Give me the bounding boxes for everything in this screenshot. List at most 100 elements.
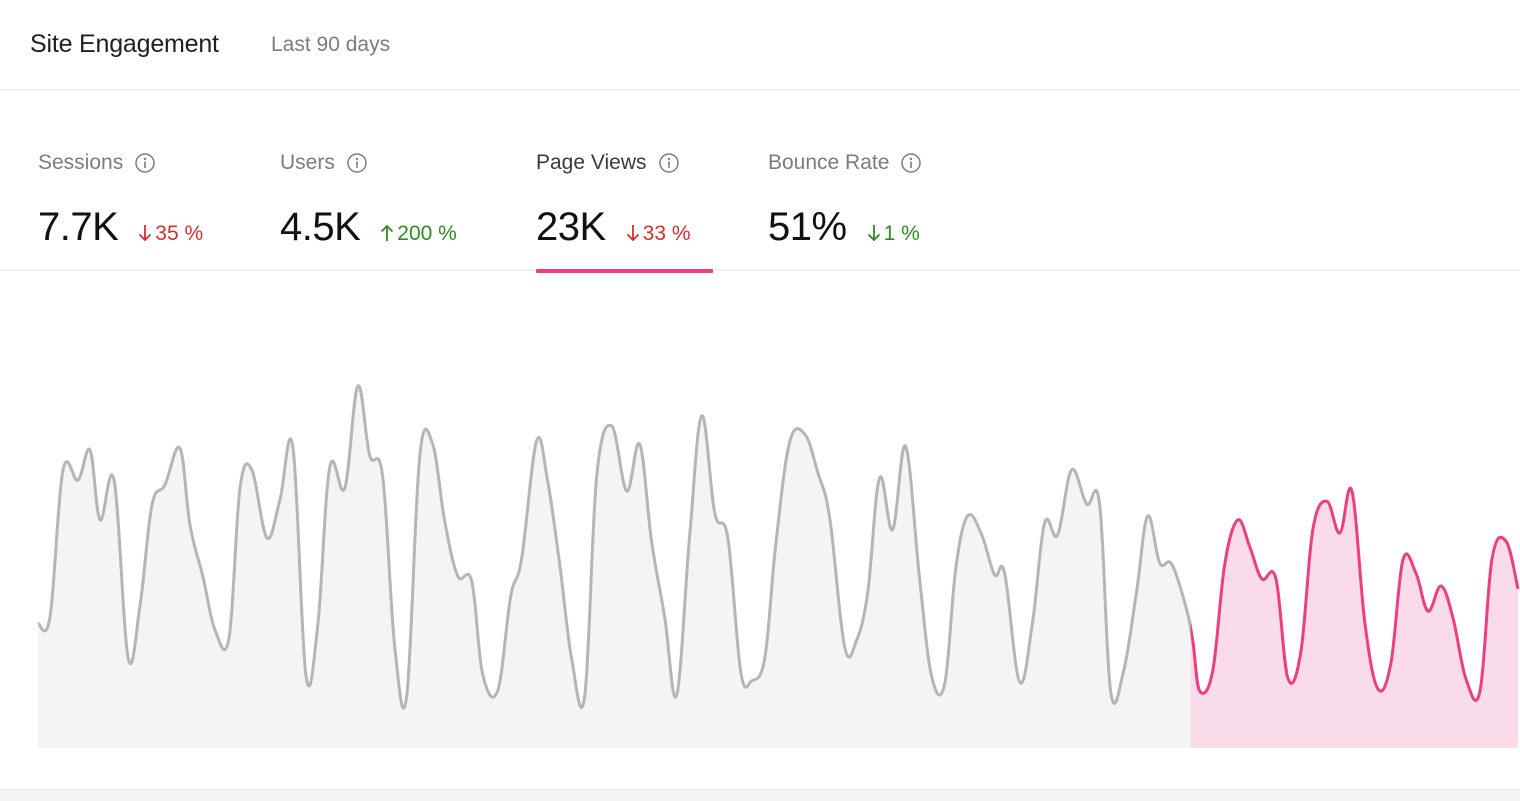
data-point[interactable] [1002, 570, 1008, 576]
data-point[interactable] [1157, 560, 1163, 566]
data-point[interactable] [1285, 675, 1291, 681]
data-point[interactable] [802, 431, 808, 437]
data-point[interactable] [315, 622, 321, 628]
data-point[interactable] [380, 473, 386, 479]
data-point[interactable] [877, 475, 883, 481]
data-point[interactable] [1477, 688, 1483, 694]
info-icon[interactable] [135, 153, 155, 173]
data-point[interactable] [827, 515, 833, 521]
data-point[interactable] [1324, 498, 1330, 504]
data-point[interactable] [929, 673, 935, 679]
data-point[interactable] [1017, 679, 1023, 685]
data-point[interactable] [226, 635, 232, 641]
data-point[interactable] [1183, 603, 1189, 609]
data-point[interactable] [430, 441, 436, 447]
data-point[interactable] [749, 678, 755, 684]
data-point[interactable] [674, 692, 680, 698]
data-point[interactable] [1337, 530, 1343, 536]
data-point[interactable] [942, 681, 948, 687]
data-point[interactable] [97, 517, 103, 523]
data-point[interactable] [149, 502, 155, 508]
tab-bounce-rate[interactable]: Bounce Rate 51% 1 % [768, 93, 958, 271]
data-point[interactable] [277, 497, 283, 503]
data-point[interactable] [917, 576, 923, 582]
data-point[interactable] [762, 655, 768, 661]
data-point[interactable] [1108, 688, 1114, 694]
data-point[interactable] [1503, 538, 1509, 544]
info-icon[interactable] [901, 153, 922, 173]
data-point[interactable] [1273, 575, 1279, 581]
data-point[interactable] [1388, 660, 1394, 666]
data-point[interactable] [1055, 532, 1061, 538]
data-point[interactable] [1450, 615, 1456, 621]
data-point[interactable] [1030, 619, 1036, 625]
tab-page-views[interactable]: Page Views 23K 33 % [536, 93, 713, 273]
data-point[interactable] [392, 643, 398, 649]
info-icon[interactable] [658, 153, 679, 173]
chart-area[interactable] [0, 273, 1520, 789]
data-point[interactable] [582, 693, 588, 699]
data-point[interactable] [1134, 588, 1140, 594]
data-point[interactable] [903, 443, 909, 449]
data-point[interactable] [687, 531, 693, 537]
data-point[interactable] [1375, 686, 1381, 692]
data-point[interactable] [469, 578, 475, 584]
data-point[interactable] [1413, 570, 1419, 576]
data-point[interactable] [1400, 557, 1406, 563]
data-point[interactable] [1222, 561, 1228, 567]
data-point[interactable] [1489, 556, 1495, 562]
data-point[interactable] [712, 510, 718, 516]
data-point[interactable] [569, 656, 575, 662]
tab-sessions[interactable]: Sessions 7.7K 35 % [38, 93, 228, 271]
data-point[interactable] [699, 413, 705, 419]
data-point[interactable] [290, 444, 296, 450]
data-point[interactable] [508, 594, 514, 600]
data-point[interactable] [624, 488, 630, 494]
data-point[interactable] [545, 478, 551, 484]
data-point[interactable] [137, 602, 143, 608]
data-point[interactable] [965, 513, 971, 519]
data-point[interactable] [480, 671, 486, 677]
data-point[interactable] [534, 438, 540, 444]
data-point[interactable] [367, 452, 373, 458]
data-point[interactable] [519, 556, 525, 562]
data-point[interactable] [738, 669, 744, 675]
data-point[interactable] [187, 522, 193, 528]
data-point[interactable] [1121, 668, 1127, 674]
data-point[interactable] [1145, 513, 1151, 519]
info-icon[interactable] [347, 153, 367, 173]
data-point[interactable] [1210, 668, 1216, 674]
data-point[interactable] [342, 485, 348, 491]
data-point[interactable] [1169, 561, 1175, 567]
data-point[interactable] [637, 441, 643, 447]
data-point[interactable] [417, 454, 423, 460]
data-point[interactable] [1425, 608, 1431, 614]
data-point[interactable] [200, 574, 206, 580]
data-point[interactable] [953, 566, 959, 572]
page-views-chart[interactable] [0, 273, 1520, 789]
data-point[interactable] [455, 573, 461, 579]
data-point[interactable] [404, 693, 410, 699]
data-point[interactable] [162, 482, 168, 488]
data-point[interactable] [865, 589, 871, 595]
data-point[interactable] [992, 572, 998, 578]
data-point[interactable] [1190, 638, 1196, 644]
data-point[interactable] [1362, 620, 1368, 626]
tab-users[interactable]: Users 4.5K 200 % [280, 93, 485, 271]
data-point[interactable] [249, 467, 255, 473]
data-point[interactable] [1247, 544, 1253, 550]
data-point[interactable] [237, 485, 243, 491]
data-point[interactable] [75, 477, 81, 483]
data-point[interactable] [177, 445, 183, 451]
data-point[interactable] [1042, 520, 1048, 526]
data-point[interactable] [854, 637, 860, 643]
data-point[interactable] [662, 614, 668, 620]
data-point[interactable] [1084, 501, 1090, 507]
data-point[interactable] [1069, 467, 1075, 473]
data-point[interactable] [1310, 527, 1316, 533]
data-point[interactable] [1438, 583, 1444, 589]
data-point[interactable] [649, 539, 655, 545]
data-point[interactable] [1197, 688, 1203, 694]
data-point[interactable] [495, 688, 501, 694]
data-point[interactable] [1349, 488, 1355, 494]
